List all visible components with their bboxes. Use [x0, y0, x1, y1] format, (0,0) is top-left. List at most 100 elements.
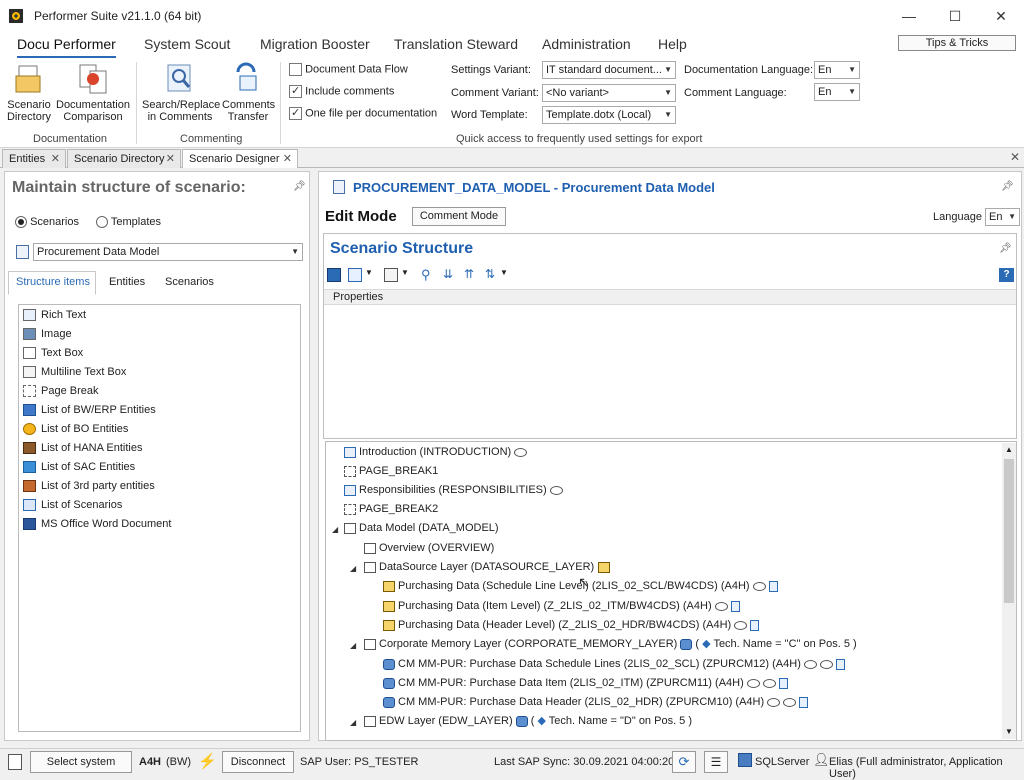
list-item[interactable]: Image [23, 325, 171, 344]
list-item[interactable]: Rich Text [23, 306, 171, 325]
comment-icon[interactable] [734, 620, 748, 630]
list-item[interactable]: List of Scenarios [23, 496, 171, 515]
search-replace-button[interactable]: Search/Replace in Comments [142, 62, 220, 123]
list-item[interactable]: List of 3rd party entities [23, 477, 171, 496]
disconnect-button[interactable]: Disconnect [222, 751, 294, 773]
subtab-structure-items[interactable]: Structure items [16, 276, 90, 288]
list-item[interactable]: Page Break [23, 382, 171, 401]
menu-docu-performer[interactable]: Docu Performer [17, 36, 116, 58]
comment-icon[interactable] [819, 659, 833, 669]
scroll-down-icon[interactable]: ▼ [1002, 725, 1016, 739]
comments-transfer-button[interactable]: Comments Transfer [222, 62, 275, 123]
list-item[interactable]: List of BW/ERP Entities [23, 401, 171, 420]
sort-icon[interactable]: ⇅ [485, 267, 495, 281]
list-item[interactable]: List of SAC Entities [23, 458, 171, 477]
document-icon[interactable] [730, 600, 740, 612]
tree-node[interactable]: CM MM-PUR: Purchase Data Header (2LIS_02… [383, 693, 809, 712]
tree-node[interactable]: CM MM-PUR: Purchase Data Schedule Lines … [383, 655, 845, 674]
scenario-directory-button[interactable]: Scenario Directory [6, 62, 52, 123]
tree-node[interactable]: EDW Layer (EDW_LAYER) ( ◆ Tech. Name = "… [364, 712, 692, 731]
collapse-arrow-icon[interactable]: ◢ [350, 641, 356, 650]
add-item-icon[interactable] [348, 268, 362, 282]
documentation-comparison-button[interactable]: Documentation Comparison [56, 62, 130, 123]
search-icon[interactable]: ⚲ [421, 267, 431, 283]
scenario-select[interactable]: Procurement Data Model ▼ [33, 243, 303, 261]
close-icon[interactable]: ✕ [51, 150, 60, 168]
close-icon[interactable]: ✕ [283, 150, 292, 168]
tab-scenario-directory[interactable]: Scenario Directory ✕ [67, 149, 181, 168]
comment-language-select[interactable]: En ▼ [814, 83, 860, 101]
word-template-select[interactable]: Template.dotx (Local) ▼ [542, 106, 676, 124]
comment-icon[interactable] [783, 697, 797, 707]
radio-scenarios[interactable]: Scenarios [15, 216, 79, 229]
expand-all-icon[interactable]: ⇊ [443, 267, 453, 281]
comment-icon[interactable] [803, 659, 817, 669]
menu-migration-booster[interactable]: Migration Booster [260, 36, 370, 52]
tree-node[interactable]: PAGE_BREAK1 [344, 462, 438, 481]
close-button[interactable]: ✕ [978, 4, 1024, 28]
menu-administration[interactable]: Administration [542, 36, 631, 52]
comment-icon[interactable] [752, 581, 766, 591]
radio-dot[interactable] [96, 216, 108, 229]
language-select[interactable]: En ▼ [985, 208, 1020, 226]
pin-icon[interactable]: 📌︎ [1001, 181, 1014, 192]
comment-variant-select[interactable]: <No variant> ▼ [542, 84, 676, 102]
collapse-arrow-icon[interactable]: ◢ [332, 525, 338, 534]
tab-scenario-designer[interactable]: Scenario Designer ✕ [182, 149, 298, 168]
settings-variant-select[interactable]: IT standard document... ▼ [542, 61, 676, 79]
subtab-entities[interactable]: Entities [109, 276, 145, 288]
comment-icon[interactable] [714, 601, 728, 611]
minimize-button[interactable]: — [886, 4, 932, 28]
tree-node[interactable]: DataSource Layer (DATASOURCE_LAYER) [364, 558, 613, 577]
radio-templates[interactable]: Templates [96, 216, 161, 229]
tree-node[interactable]: PAGE_BREAK2 [344, 500, 438, 519]
chevron-down-icon[interactable]: ▼ [401, 268, 409, 277]
select-system-button[interactable]: Select system [30, 751, 132, 773]
tree-node[interactable]: Overview (OVERVIEW) [364, 539, 494, 558]
subtab-scenarios[interactable]: Scenarios [165, 276, 214, 288]
tree-node[interactable]: Purchasing Data (Header Level) (Z_2LIS_0… [383, 616, 760, 635]
help-icon[interactable]: ? [999, 268, 1014, 282]
checkbox-box[interactable] [289, 84, 302, 98]
list-item[interactable]: List of BO Entities [23, 420, 171, 439]
tree-node[interactable]: Introduction (INTRODUCTION) [344, 443, 528, 462]
one-file-per-documentation-checkbox[interactable]: One file per documentation [289, 106, 437, 120]
tree-node[interactable]: Purchasing Data (Item Level) (Z_2LIS_02_… [383, 597, 740, 616]
comment-mode-button[interactable]: Comment Mode [412, 207, 506, 226]
scroll-up-icon[interactable]: ▲ [1002, 443, 1016, 457]
list-item[interactable]: MS Office Word Document [23, 515, 171, 534]
collapse-arrow-icon[interactable]: ◢ [350, 564, 356, 573]
vertical-scrollbar[interactable]: ▲ ▼ [1002, 443, 1016, 739]
comment-icon[interactable] [549, 485, 563, 495]
chevron-down-icon[interactable]: ▼ [365, 268, 373, 277]
copy-icon[interactable] [384, 268, 398, 282]
document-icon[interactable] [799, 696, 809, 708]
pin-icon[interactable]: 📌︎ [999, 243, 1012, 254]
menu-translation-steward[interactable]: Translation Steward [394, 36, 518, 52]
list-item[interactable]: Text Box [23, 344, 171, 363]
tree-node[interactable]: Corporate Memory Layer (CORPORATE_MEMORY… [364, 635, 857, 654]
log-icon[interactable]: ☰ [704, 751, 728, 773]
document-icon[interactable] [835, 658, 845, 670]
radio-dot[interactable] [15, 216, 27, 229]
document-data-flow-checkbox[interactable]: Document Data Flow [289, 63, 408, 76]
comment-icon[interactable] [762, 678, 776, 688]
pin-icon[interactable]: 📌︎ [293, 181, 306, 192]
tree-node[interactable]: CM MM-PUR: Purchase Data Item (2LIS_02_I… [383, 674, 788, 693]
collapse-all-icon[interactable]: ⇈ [464, 267, 474, 281]
collapse-arrow-icon[interactable]: ◢ [350, 718, 356, 727]
comment-icon[interactable] [746, 678, 760, 688]
close-all-tabs-icon[interactable]: ✕ [1010, 150, 1020, 164]
documentation-language-select[interactable]: En ▼ [814, 61, 860, 79]
maximize-button[interactable]: ☐ [932, 4, 978, 28]
chevron-down-icon[interactable]: ▼ [500, 268, 508, 277]
menu-system-scout[interactable]: System Scout [144, 36, 230, 52]
tab-entities[interactable]: Entities ✕ [2, 149, 66, 168]
checkbox-box[interactable] [289, 106, 302, 120]
include-comments-checkbox[interactable]: Include comments [289, 84, 394, 98]
refresh-icon[interactable]: ⟳ [672, 751, 696, 773]
close-icon[interactable]: ✕ [166, 150, 175, 168]
comment-icon[interactable] [514, 447, 528, 457]
document-icon[interactable] [778, 677, 788, 689]
save-icon[interactable] [327, 268, 341, 282]
